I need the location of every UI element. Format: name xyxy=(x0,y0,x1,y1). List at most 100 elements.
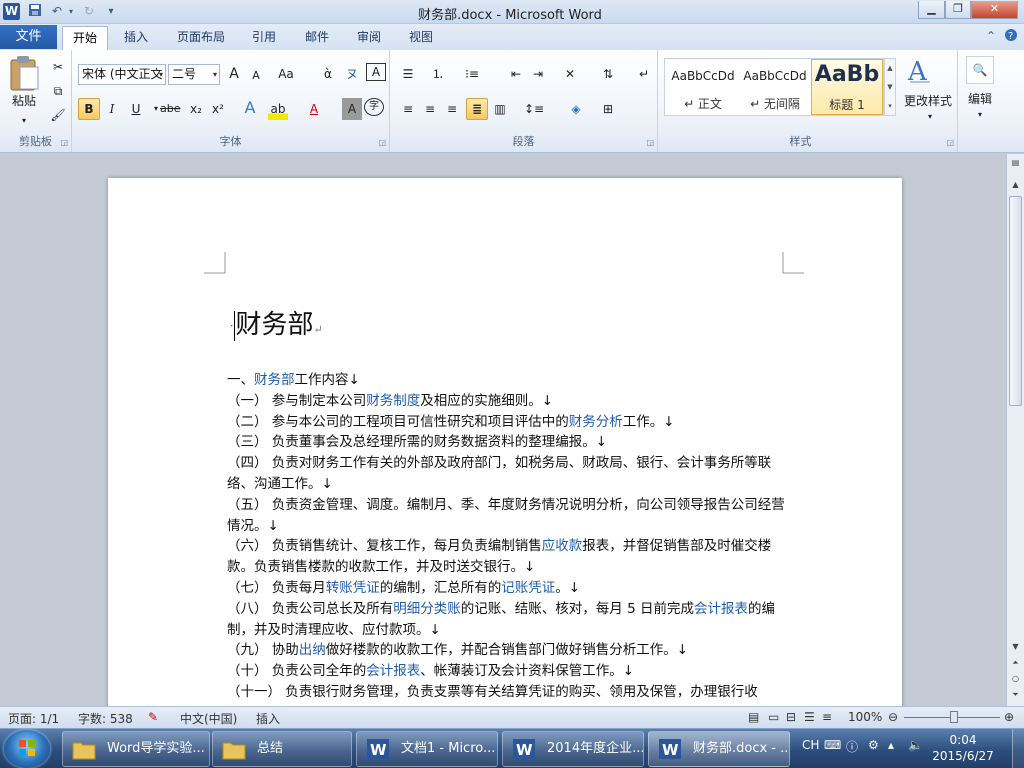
hyperlink[interactable]: 会计报表 xyxy=(366,663,420,679)
clipboard-launcher-icon[interactable]: ◲ xyxy=(60,138,68,147)
char-border-button[interactable]: A xyxy=(366,63,386,81)
task-folder-summary[interactable]: 总结 xyxy=(212,731,352,767)
document-paragraph[interactable]: （三） 负责董事会及总经理所需的财务数据资料的整理编报。↓ xyxy=(227,432,787,453)
maximize-button[interactable]: ❐ xyxy=(945,1,971,19)
zoom-in-icon[interactable]: ⊕ xyxy=(1004,710,1014,724)
strikethrough-button[interactable]: abe xyxy=(160,98,181,120)
document-paragraph[interactable]: （二） 参与本公司的工程项目可信性研究和项目评估中的财务分析工作。↓ xyxy=(227,412,787,433)
font-launcher-icon[interactable]: ◲ xyxy=(378,138,386,147)
editing-dropdown-icon[interactable]: ▾ xyxy=(970,104,990,126)
volume-icon[interactable]: 🔈 xyxy=(908,738,923,752)
paragraph-launcher-icon[interactable]: ◲ xyxy=(646,138,654,147)
font-size-combo[interactable]: 二号 ▾ xyxy=(168,64,220,85)
hyperlink[interactable]: 会计报表 xyxy=(694,601,748,617)
document-title[interactable]: ·财务部↵ xyxy=(230,304,323,341)
document-paragraph[interactable]: （五） 负责资金管理、调度。编制月、季、年度财务情况说明分析，向公司领导报告公司… xyxy=(227,495,787,537)
redo-icon[interactable]: ↻ xyxy=(80,3,98,20)
document-paragraph[interactable]: （十一） 负责银行财务管理，负责支票等有关结算凭证的购买、领用及保管，办理银行收 xyxy=(227,682,787,703)
styles-launcher-icon[interactable]: ◲ xyxy=(946,138,954,147)
paste-dropdown-icon[interactable]: ▾ xyxy=(6,110,42,132)
zoom-out-icon[interactable]: ⊖ xyxy=(888,710,898,724)
outline-icon[interactable]: ☰ xyxy=(804,710,815,724)
tab-insert[interactable]: 插入 xyxy=(114,26,158,50)
task-folder-word-lab[interactable]: Word导学实验... xyxy=(62,731,210,767)
change-styles-dropdown-icon[interactable]: ▾ xyxy=(920,106,940,128)
shading-icon[interactable]: ◈ xyxy=(566,98,586,120)
justify-icon[interactable]: ≣ xyxy=(466,98,488,120)
chinese-layout-icon[interactable]: ✕ xyxy=(560,63,580,85)
full-screen-reading-icon[interactable]: ▭ xyxy=(768,710,779,724)
draft-icon[interactable]: ≡ xyxy=(822,710,832,724)
styles-scroll[interactable]: ▲ ▼ ▾ xyxy=(884,58,896,116)
document-paragraph[interactable]: （六） 负责销售统计、复核工作，每月负责编制销售应收款报表，并督促销售部及时催交… xyxy=(227,536,787,578)
numbering-icon[interactable]: ⒈ xyxy=(428,63,448,85)
style-normal[interactable]: AaBbCcDd ↵ 正文 xyxy=(667,59,739,115)
document-paragraph[interactable]: （七） 负责每月转账凭证的编制，汇总所有的记账凭证。↓ xyxy=(227,578,787,599)
clear-format-icon[interactable]: ヌ xyxy=(342,63,362,85)
tab-page-layout[interactable]: 页面布局 xyxy=(170,26,232,50)
document-paragraph[interactable]: （十） 负责公司全年的会计报表、帐薄装订及会计资料保管工作。↓ xyxy=(227,661,787,682)
ime-help-icon[interactable]: ⓘ xyxy=(846,738,858,755)
vertical-scrollbar[interactable]: ▤ ▲ ▼ ⏶ ○ ⏷ xyxy=(1006,154,1024,706)
grow-font-button[interactable]: A xyxy=(224,63,244,85)
tab-references[interactable]: 引用 xyxy=(244,26,284,50)
style-heading-1[interactable]: AaBb 标题 1 xyxy=(811,59,883,115)
clock[interactable]: 0:04 2015/6/27 xyxy=(930,732,996,764)
format-painter-icon[interactable]: 🖌 xyxy=(48,104,68,126)
superscript-button[interactable]: x² xyxy=(208,98,228,120)
tab-file[interactable]: 文件 xyxy=(0,25,57,49)
minimize-ribbon-icon[interactable]: ⌃ xyxy=(986,29,996,43)
enclose-char-button[interactable]: 字 xyxy=(364,98,384,116)
task-word-finance[interactable]: W 财务部.docx - ... xyxy=(648,731,790,767)
scroll-up-icon[interactable]: ▲ xyxy=(1007,180,1024,189)
subscript-button[interactable]: x₂ xyxy=(186,98,206,120)
close-button[interactable]: ✕ xyxy=(971,1,1018,19)
language-indicator[interactable]: 中文(中国) xyxy=(180,710,237,727)
style-no-spacing[interactable]: AaBbCcDd ↵ 无间隔 xyxy=(739,59,811,115)
document-page[interactable]: ·财务部↵ 一、财务部工作内容↓ （一） 参与制定本公司财务制度及相应的实施细则。… xyxy=(108,178,902,706)
show-hidden-icons-icon[interactable]: ▴ xyxy=(888,738,894,752)
task-word-doc1[interactable]: W 文档1 - Micro... xyxy=(356,731,498,767)
sort-icon[interactable]: ⇅ xyxy=(598,63,618,85)
document-paragraph[interactable]: （一） 参与制定本公司财务制度及相应的实施细则。↓ xyxy=(227,391,787,412)
hyperlink[interactable]: 财务部 xyxy=(254,372,295,388)
decrease-indent-icon[interactable]: ⇤ xyxy=(506,63,526,85)
bold-button[interactable]: B xyxy=(78,98,100,120)
cut-icon[interactable]: ✂ xyxy=(48,56,68,78)
hyperlink[interactable]: 明细分类账 xyxy=(393,601,461,617)
next-page-icon[interactable]: ⏷ xyxy=(1007,690,1024,700)
tab-mailings[interactable]: 邮件 xyxy=(296,26,338,50)
word-app-icon[interactable]: W xyxy=(3,3,20,20)
increase-indent-icon[interactable]: ⇥ xyxy=(528,63,548,85)
hyperlink[interactable]: 财务制度 xyxy=(366,393,420,409)
document-paragraph[interactable]: （九） 协助出纳做好楼款的收款工作，并配合销售部门做好销售分析工作。↓ xyxy=(227,640,787,661)
minimize-button[interactable]: ▁ xyxy=(918,1,945,19)
show-desktop-button[interactable] xyxy=(1012,729,1024,768)
show-marks-icon[interactable]: ↵ xyxy=(634,63,654,85)
find-icon[interactable]: 🔍 xyxy=(966,56,994,84)
highlight-icon[interactable]: ab xyxy=(268,98,288,120)
change-styles-icon[interactable]: A xyxy=(902,54,956,88)
insert-mode[interactable]: 插入 xyxy=(256,710,280,727)
underline-button[interactable]: U xyxy=(126,98,146,120)
tab-review[interactable]: 审阅 xyxy=(348,26,390,50)
hyperlink[interactable]: 转账凭证 xyxy=(326,580,380,596)
hyperlink[interactable]: 记账凭证 xyxy=(501,580,555,596)
distributed-icon[interactable]: ▥ xyxy=(490,98,510,120)
bullets-icon[interactable]: ☰ xyxy=(398,63,418,85)
start-button[interactable] xyxy=(4,730,50,768)
document-paragraph[interactable]: （四） 负责对财务工作有关的外部及政府部门，如税务局、财政局、银行、会计事务所等… xyxy=(227,453,787,495)
document-body[interactable]: 一、财务部工作内容↓ （一） 参与制定本公司财务制度及相应的实施细则。↓ （二） 参… xyxy=(227,370,787,703)
previous-page-icon[interactable]: ⏶ xyxy=(1007,658,1024,668)
word-count[interactable]: 字数: 538 xyxy=(78,710,133,727)
proofing-icon[interactable]: ✎ xyxy=(148,710,158,724)
align-left-icon[interactable]: ≡ xyxy=(398,98,418,120)
print-layout-icon[interactable]: ▤ xyxy=(748,710,759,724)
align-right-icon[interactable]: ≡ xyxy=(442,98,462,120)
line-spacing-icon[interactable]: ↕≡ xyxy=(524,98,544,120)
browse-object-icon[interactable]: ○ xyxy=(1007,674,1024,683)
hyperlink[interactable]: 财务分析 xyxy=(569,414,623,430)
scroll-thumb[interactable] xyxy=(1009,196,1022,406)
ruler-toggle-icon[interactable]: ▤ xyxy=(1007,158,1024,167)
tab-view[interactable]: 视图 xyxy=(400,26,442,50)
